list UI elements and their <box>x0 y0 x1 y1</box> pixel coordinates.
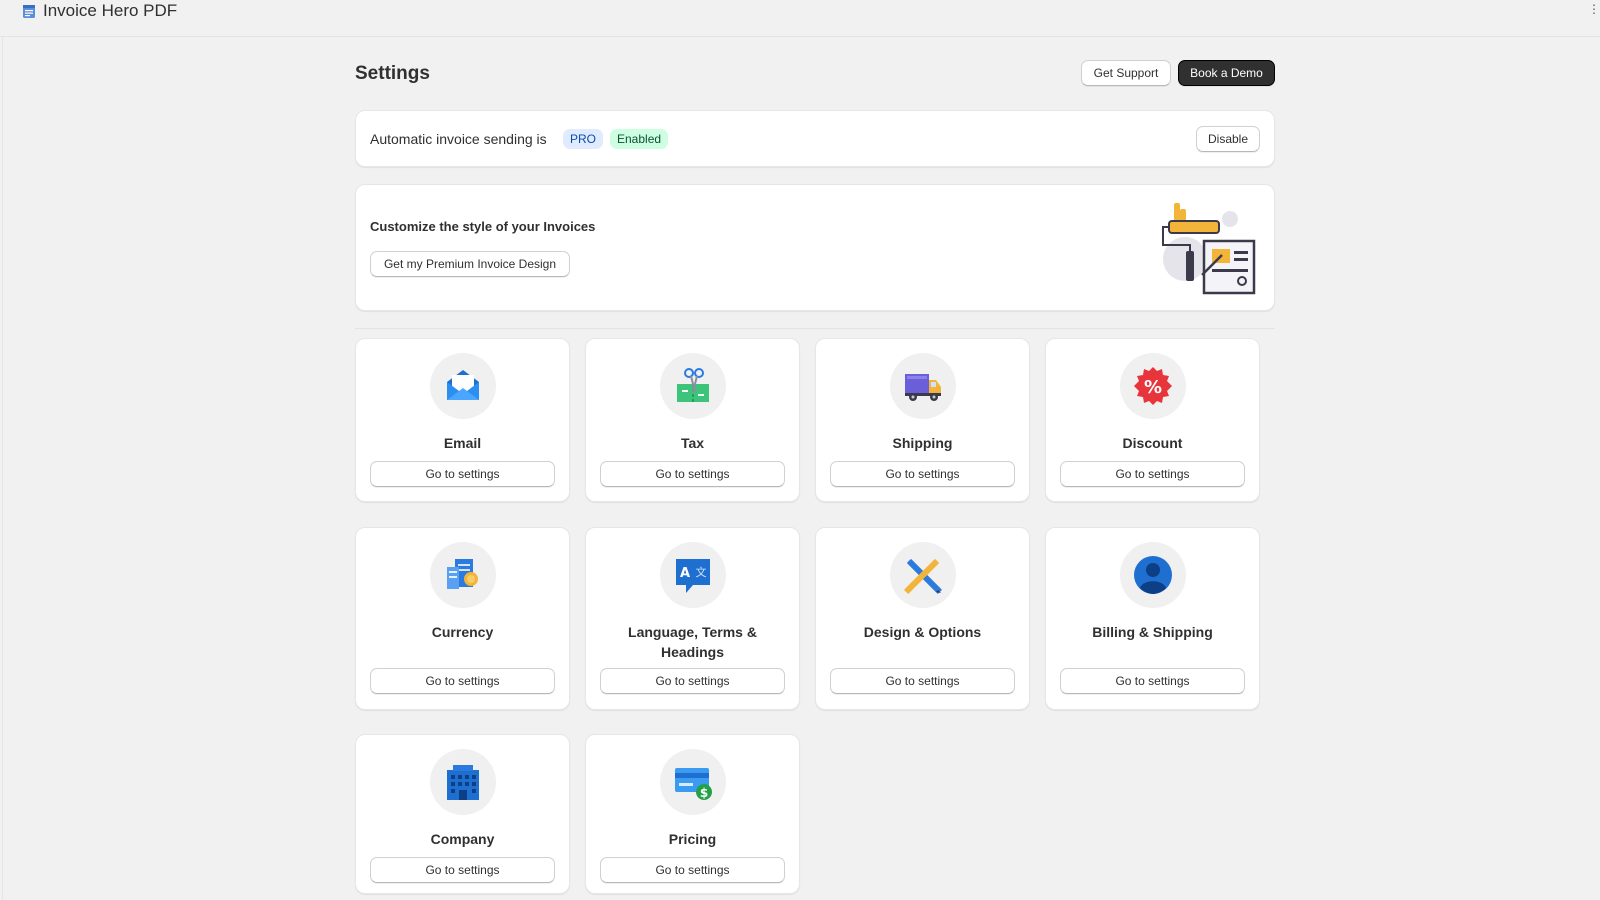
svg-text:$: $ <box>700 786 708 800</box>
settings-tile-company: Company Go to settings <box>355 734 570 894</box>
icon-wrap <box>660 353 726 419</box>
user-circle-icon <box>1134 556 1172 594</box>
settings-tile-shipping: Shipping Go to settings <box>815 338 1030 502</box>
svg-text:%: % <box>1144 377 1162 398</box>
icon-wrap <box>890 542 956 608</box>
tile-label: Discount <box>1122 435 1183 451</box>
icon-wrap: $ <box>660 749 726 815</box>
go-to-settings-button[interactable]: Go to settings <box>1060 461 1245 487</box>
settings-tile-billing-shipping: Billing & Shipping Go to settings <box>1045 527 1260 710</box>
window-edge <box>2 0 3 900</box>
app-title: Invoice Hero PDF <box>43 1 178 20</box>
go-to-settings-button[interactable]: Go to settings <box>600 857 785 883</box>
auto-send-status-card: Automatic invoice sending is PRO Enabled… <box>355 110 1275 167</box>
settings-tile-currency: Currency Go to settings <box>355 527 570 710</box>
go-to-settings-button[interactable]: Go to settings <box>1060 668 1245 694</box>
svg-text:文: 文 <box>696 565 707 579</box>
icon-wrap <box>430 749 496 815</box>
settings-tile-language-terms-headings: A 文 Language, Terms & Headings Go to settin… <box>585 527 800 710</box>
currency-receipt-icon <box>447 559 478 589</box>
app-header: Invoice Hero PDF ⋮ <box>0 0 1600 37</box>
settings-tile-pricing: $ Pricing Go to settings <box>585 734 800 894</box>
more-options-icon[interactable]: ⋮ <box>1588 2 1600 16</box>
building-icon <box>447 765 479 800</box>
tile-label: Company <box>430 831 495 847</box>
auto-send-status-text: Automatic invoice sending is <box>370 131 547 147</box>
go-to-settings-button[interactable]: Go to settings <box>370 461 555 487</box>
disable-button[interactable]: Disable <box>1196 126 1260 152</box>
go-to-settings-button[interactable]: Go to settings <box>830 461 1015 487</box>
scissors-receipt-icon <box>677 368 709 402</box>
credit-card-dollar-icon: $ <box>675 768 712 800</box>
settings-tile-email: Email Go to settings <box>355 338 570 502</box>
settings-tile-tax: Tax Go to settings <box>585 338 800 502</box>
get-support-button[interactable]: Get Support <box>1081 60 1171 86</box>
icon-wrap: A文 <box>660 542 726 608</box>
enabled-badge: Enabled <box>610 129 669 149</box>
pro-badge: PRO <box>563 129 604 149</box>
truck-icon <box>905 374 941 401</box>
settings-tile-discount: % Discount Go to settings <box>1045 338 1260 502</box>
tile-label: Shipping <box>892 435 953 451</box>
go-to-settings-button[interactable]: Go to settings <box>370 857 555 883</box>
envelope-icon <box>447 370 479 400</box>
tile-label: Pricing <box>668 831 717 847</box>
go-to-settings-button[interactable]: Go to settings <box>370 668 555 694</box>
premium-design-button[interactable]: Get my Premium Invoice Design <box>370 251 570 277</box>
tile-label: Currency <box>431 624 494 640</box>
paint-roller-invoice-illustration <box>1162 203 1256 295</box>
app-logo-icon <box>23 5 35 18</box>
icon-wrap <box>430 353 496 419</box>
pencil-ruler-icon <box>904 559 942 594</box>
section-divider <box>355 328 1275 329</box>
icon-wrap <box>890 353 956 419</box>
go-to-settings-button[interactable]: Go to settings <box>600 668 785 694</box>
icon-wrap <box>1120 542 1186 608</box>
book-demo-button[interactable]: Book a Demo <box>1178 60 1275 86</box>
percent-badge-icon: % <box>1134 367 1172 405</box>
tile-label: Language, Terms & Headings <box>628 624 757 660</box>
translate-icon: A文 <box>676 559 710 593</box>
tile-label: Tax <box>680 435 705 451</box>
promo-title: Customize the style of your Invoices <box>370 219 596 234</box>
tile-label: Billing & Shipping <box>1092 624 1213 640</box>
settings-tile-design-options: Design & Options Go to settings <box>815 527 1030 710</box>
icon-wrap <box>430 542 496 608</box>
svg-text:A: A <box>680 566 690 581</box>
go-to-settings-button[interactable]: Go to settings <box>830 668 1015 694</box>
go-to-settings-button[interactable]: Go to settings <box>600 461 785 487</box>
premium-design-card: Customize the style of your Invoices Get… <box>355 184 1275 311</box>
tile-label: Design & Options <box>863 624 982 640</box>
icon-wrap: % <box>1120 353 1186 419</box>
tile-label: Email <box>443 435 482 451</box>
page-title: Settings <box>355 63 430 84</box>
